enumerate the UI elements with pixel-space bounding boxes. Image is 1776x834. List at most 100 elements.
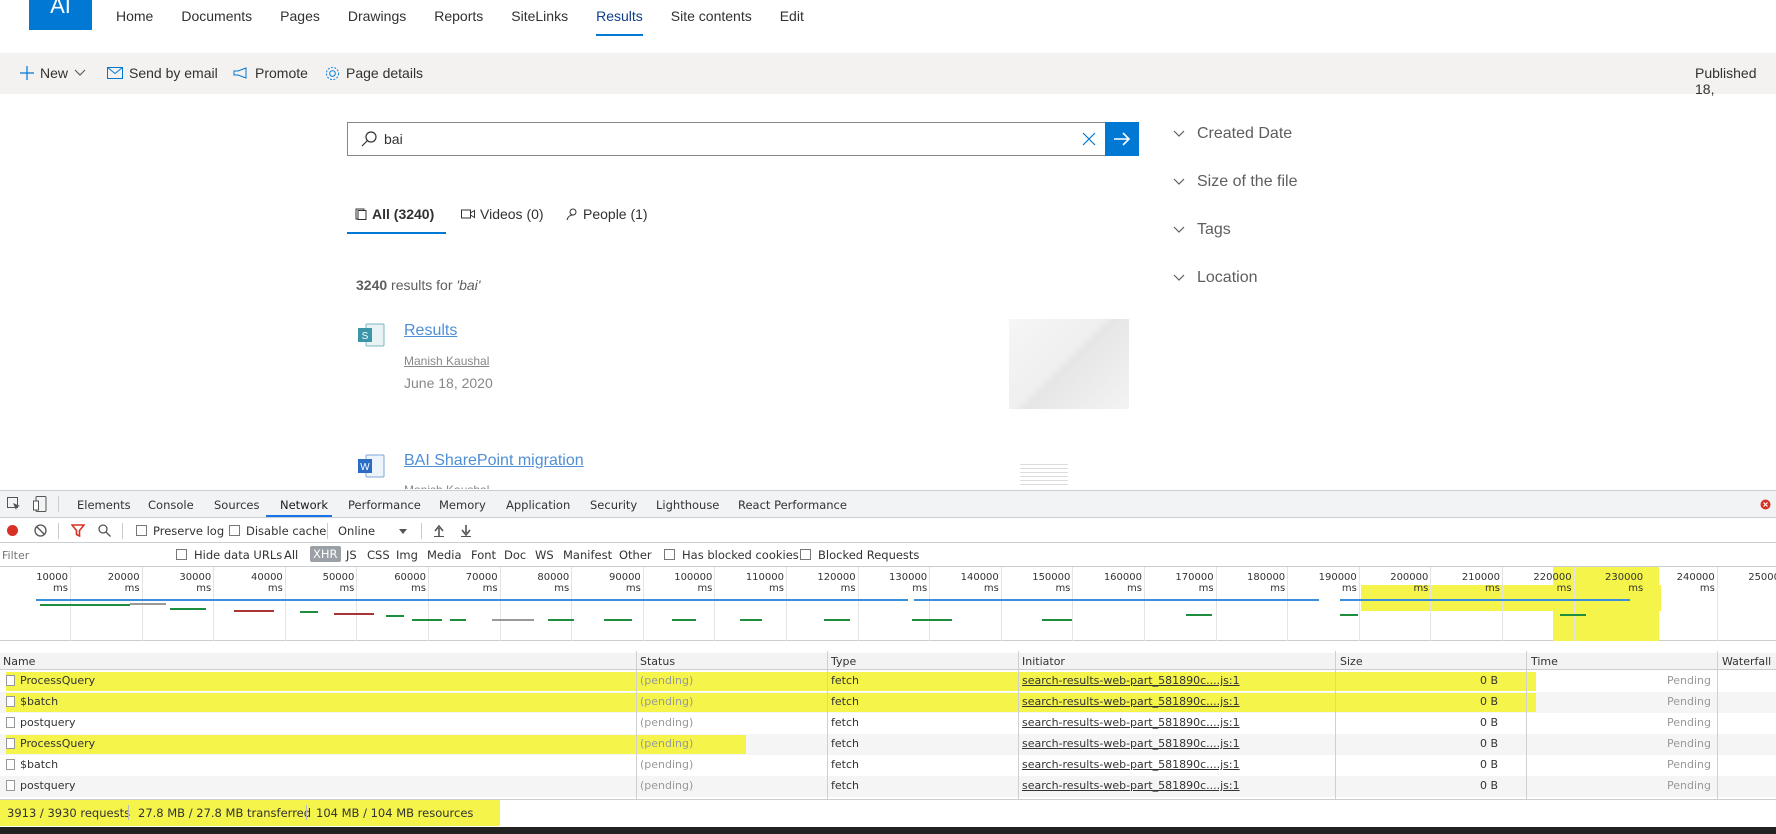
request-row[interactable]: ProcessQuery (pending) fetch search-results…	[0, 671, 1776, 692]
disable-cache-label: Disable cache	[246, 524, 327, 538]
devtools-tab-react-performance[interactable]: React Performance	[738, 498, 847, 512]
promote-button[interactable]: Promote	[233, 65, 308, 81]
devtools-tab-network[interactable]: Network	[280, 498, 328, 512]
hide-data-urls-checkbox[interactable]	[176, 549, 187, 560]
timeline-tick-label: 180000 ms	[1247, 572, 1286, 594]
clear-icon[interactable]	[1082, 132, 1096, 146]
filter-input[interactable]	[2, 546, 162, 564]
nav-home[interactable]: Home	[116, 0, 153, 36]
result-author[interactable]: Manish Kaushal	[404, 483, 489, 489]
filter-icon[interactable]	[71, 524, 85, 537]
request-status: (pending)	[640, 674, 694, 687]
devtools-tab-security[interactable]: Security	[590, 498, 637, 512]
filter-type-img[interactable]: Img	[396, 548, 418, 562]
error-icon[interactable]	[1760, 499, 1771, 510]
filter-type-ws[interactable]: WS	[535, 548, 554, 562]
timeline-tick-label: 10000 ms	[36, 572, 68, 594]
devtools-tab-application[interactable]: Application	[506, 498, 570, 512]
search-icon[interactable]	[98, 524, 111, 537]
request-row[interactable]: postquery (pending) fetch search-results-we…	[0, 713, 1776, 734]
filter-type-all[interactable]: All	[284, 548, 298, 562]
throttle-select[interactable]: Online	[338, 524, 375, 538]
blocked-cookies-checkbox[interactable]	[664, 549, 675, 560]
request-row[interactable]: $batch (pending) fetch search-results-web-p…	[0, 692, 1776, 713]
refiner-created-date[interactable]: Created Date	[1173, 125, 1292, 143]
refiner-size[interactable]: Size of the file	[1173, 173, 1298, 191]
timeline-tick-label: 150000 ms	[1032, 572, 1071, 594]
nav-results[interactable]: Results	[596, 0, 643, 36]
column-type[interactable]: Type	[831, 655, 856, 668]
search-input[interactable]: bai	[347, 122, 1139, 156]
inspect-element-icon[interactable]	[7, 497, 21, 511]
filter-type-css[interactable]: CSS	[367, 548, 390, 562]
export-har-icon[interactable]	[460, 524, 472, 537]
devtools-tab-memory[interactable]: Memory	[439, 498, 486, 512]
filter-type-manifest[interactable]: Manifest	[563, 548, 612, 562]
request-initiator[interactable]: search-results-web-part_581890c....js:1	[1022, 779, 1240, 792]
request-row[interactable]: ProcessQuery (pending) fetch search-results…	[0, 734, 1776, 755]
nav-pages[interactable]: Pages	[280, 0, 320, 36]
filter-type-font[interactable]: Font	[471, 548, 496, 562]
timeline-gridline	[1072, 567, 1074, 641]
request-initiator[interactable]: search-results-web-part_581890c....js:1	[1022, 716, 1240, 729]
column-initiator[interactable]: Initiator	[1022, 655, 1065, 668]
devtools-tab-console[interactable]: Console	[148, 498, 194, 512]
filter-type-media[interactable]: Media	[427, 548, 462, 562]
page-details-button[interactable]: Page details	[325, 65, 423, 81]
column-time[interactable]: Time	[1531, 655, 1558, 668]
send-by-email-button[interactable]: Send by email	[107, 65, 218, 81]
request-row[interactable]: $batch (pending) fetch search-results-web-p…	[0, 755, 1776, 776]
record-icon[interactable]	[6, 524, 19, 537]
disable-cache-checkbox[interactable]	[229, 525, 240, 536]
filter-type-js[interactable]: JS	[346, 548, 357, 562]
site-logo[interactable]: AI	[29, 0, 92, 30]
command-bar: New Send by email Promote Page details P…	[0, 53, 1776, 97]
devtools-tab-performance[interactable]: Performance	[348, 498, 421, 512]
request-size: 0 B	[1480, 695, 1499, 708]
refiner-location[interactable]: Location	[1173, 269, 1258, 287]
nav-sitelinks[interactable]: SiteLinks	[511, 0, 568, 36]
request-initiator[interactable]: search-results-web-part_581890c....js:1	[1022, 674, 1240, 687]
device-toolbar-icon[interactable]	[33, 496, 47, 512]
preserve-log-checkbox[interactable]	[136, 525, 147, 536]
blocked-requests-checkbox[interactable]	[800, 549, 811, 560]
tab-people[interactable]: People (1)	[566, 206, 648, 222]
results-summary: 3240 results for 'bai'	[356, 277, 480, 293]
devtools-tab-elements[interactable]: Elements	[77, 498, 131, 512]
request-row[interactable]: postquery (pending) fetch search-results-we…	[0, 776, 1776, 797]
request-initiator[interactable]: search-results-web-part_581890c....js:1	[1022, 758, 1240, 771]
result-title[interactable]: BAI SharePoint migration	[404, 452, 584, 470]
request-initiator[interactable]: search-results-web-part_581890c....js:1	[1022, 695, 1240, 708]
column-name[interactable]: Name	[3, 655, 35, 668]
request-type: fetch	[831, 674, 859, 687]
import-har-icon[interactable]	[433, 524, 445, 537]
column-status[interactable]: Status	[640, 655, 675, 668]
tab-videos[interactable]: Videos (0)	[461, 206, 544, 222]
request-initiator[interactable]: search-results-web-part_581890c....js:1	[1022, 737, 1240, 750]
nav-documents[interactable]: Documents	[181, 0, 252, 36]
new-button[interactable]: New	[20, 65, 86, 81]
result-author[interactable]: Manish Kaushal	[404, 354, 489, 368]
toolbar-divider	[327, 523, 328, 539]
nav-reports[interactable]: Reports	[434, 0, 483, 36]
nav-site-contents[interactable]: Site contents	[671, 0, 752, 36]
network-overview-timeline[interactable]: 10000 ms 20000 ms 30000 ms 40000 ms 50000 ms…	[0, 567, 1776, 641]
timeline-gridline	[714, 567, 716, 641]
tab-all[interactable]: All (3240)	[355, 206, 434, 222]
filter-type-doc[interactable]: Doc	[504, 548, 526, 562]
devtools-tab-lighthouse[interactable]: Lighthouse	[656, 498, 719, 512]
nav-edit[interactable]: Edit	[780, 0, 804, 36]
clear-log-icon[interactable]	[34, 524, 47, 537]
column-waterfall[interactable]: Waterfall	[1722, 655, 1771, 668]
filter-type-other[interactable]: Other	[619, 548, 652, 562]
timeline-bar	[170, 608, 206, 610]
request-name: ProcessQuery	[20, 674, 96, 687]
filter-type-xhr[interactable]: XHR	[310, 546, 341, 562]
toolbar-divider	[58, 523, 59, 539]
refiner-tags[interactable]: Tags	[1173, 221, 1231, 239]
result-title[interactable]: Results	[404, 322, 457, 340]
devtools-tab-sources[interactable]: Sources	[214, 498, 260, 512]
nav-drawings[interactable]: Drawings	[348, 0, 406, 36]
column-size[interactable]: Size	[1340, 655, 1363, 668]
search-submit-button[interactable]	[1105, 122, 1139, 156]
